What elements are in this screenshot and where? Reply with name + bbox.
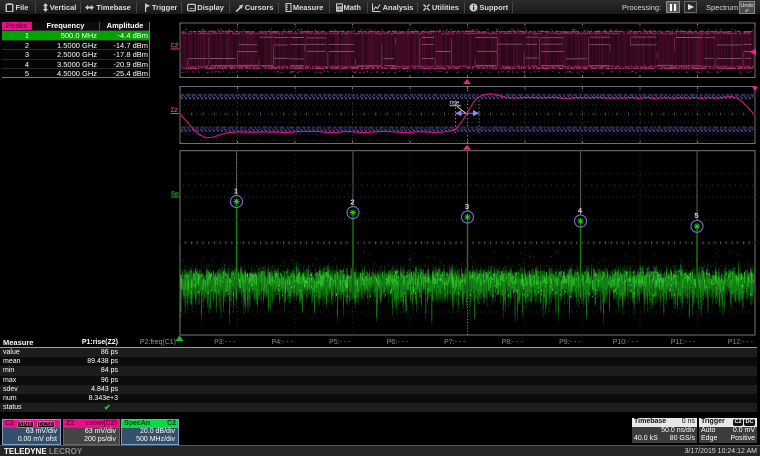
svg-text:1: 1 — [234, 186, 238, 195]
svg-text:2: 2 — [350, 197, 354, 206]
svg-text:3: 3 — [465, 202, 469, 211]
svg-text:5: 5 — [694, 211, 698, 220]
